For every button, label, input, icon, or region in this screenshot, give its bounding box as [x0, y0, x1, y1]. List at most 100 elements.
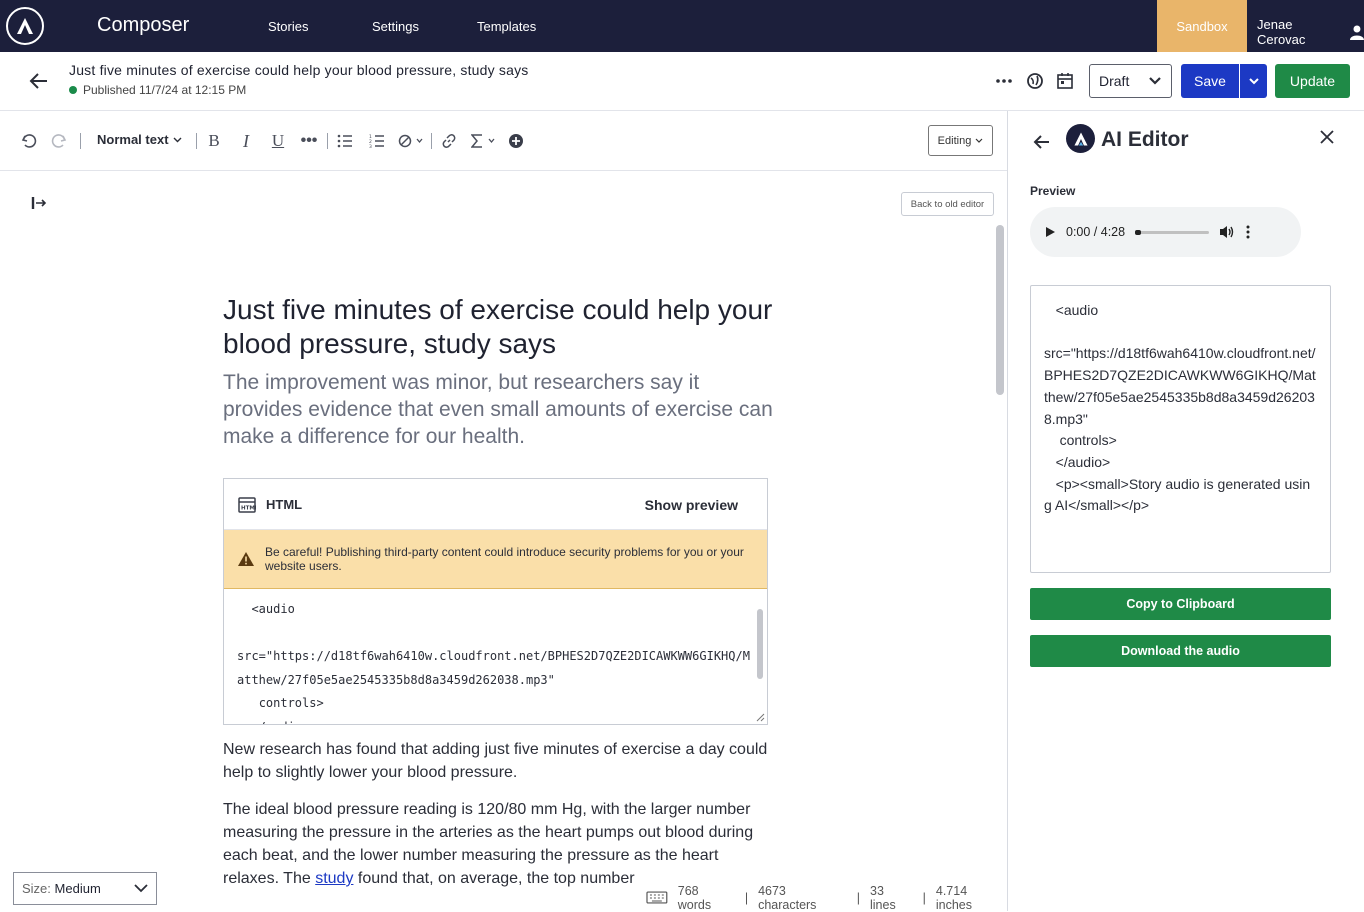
- clear-format-icon[interactable]: [397, 132, 425, 150]
- word-count: 768 words: [677, 883, 712, 912]
- toolbar-divider: [196, 133, 197, 149]
- sigma-icon[interactable]: [470, 132, 498, 150]
- html-embed-block[interactable]: HTML HTML Show preview Be careful! Publi…: [223, 478, 768, 725]
- bold-icon[interactable]: B: [205, 131, 223, 150]
- publish-status: Published 11/7/24 at 12:15 PM: [69, 83, 246, 97]
- app-logo-icon[interactable]: [6, 7, 44, 45]
- top-nav: Composer Stories Settings Templates Sand…: [0, 0, 1364, 52]
- copy-to-clipboard-button[interactable]: Copy to Clipboard: [1030, 588, 1331, 620]
- story-header: Just five minutes of exercise could help…: [0, 52, 1364, 111]
- globe-icon[interactable]: [1026, 72, 1044, 90]
- nav-templates[interactable]: Templates: [477, 19, 536, 34]
- story-subheadline[interactable]: The improvement was minor, but researche…: [223, 369, 783, 450]
- more-options-icon[interactable]: [1245, 225, 1251, 239]
- preview-label: Preview: [1030, 184, 1076, 198]
- editor-canvas: Back to old editor Just five minutes of …: [0, 172, 1007, 911]
- resize-handle-icon[interactable]: [755, 712, 765, 722]
- html-code[interactable]: <audio src="https://d18tf6wah6410w.cloud…: [237, 598, 752, 724]
- user-name: Jenae Cerovac: [1257, 17, 1306, 47]
- inch-count: 4.714 inches: [935, 883, 973, 912]
- save-button[interactable]: Save: [1181, 64, 1239, 98]
- code-scrollbar[interactable]: [757, 609, 763, 679]
- calendar-icon[interactable]: [1056, 72, 1074, 90]
- user-icon: [1350, 25, 1364, 40]
- html-block-label: HTML: [266, 497, 303, 512]
- text-style-value: Normal text: [97, 132, 169, 147]
- undo-icon[interactable]: [20, 132, 38, 150]
- nav-stories[interactable]: Stories: [268, 19, 308, 34]
- publish-status-text: Published 11/7/24 at 12:15 PM: [83, 83, 247, 97]
- chevron-down-icon: [134, 884, 148, 893]
- stats-divider: |: [856, 890, 860, 905]
- bullet-list-icon[interactable]: [336, 132, 354, 150]
- line-count: 33 lines: [870, 883, 896, 912]
- toolbar-divider: [327, 133, 328, 149]
- warning-icon: [238, 552, 254, 566]
- story-headline[interactable]: Just five minutes of exercise could help…: [223, 293, 783, 361]
- sandbox-badge[interactable]: Sandbox: [1157, 0, 1247, 52]
- save-options-button[interactable]: [1240, 64, 1267, 98]
- chevron-down-icon: [975, 138, 983, 143]
- size-select-value: Size: Medium: [22, 881, 101, 896]
- toolbar-divider: [431, 133, 432, 149]
- size-label: Size:: [22, 881, 51, 896]
- audio-embed-code[interactable]: <audio src="https://d18tf6wah6410w.cloud…: [1030, 285, 1331, 573]
- status-select[interactable]: Draft: [1089, 64, 1172, 98]
- status-dot: [69, 86, 77, 94]
- app-logo-icon: [1066, 124, 1095, 153]
- show-preview-button[interactable]: Show preview: [645, 497, 738, 513]
- paragraph-text: found that, on average, the top number: [353, 870, 635, 887]
- stats-divider: |: [744, 890, 749, 905]
- more-options-icon[interactable]: [995, 72, 1013, 90]
- editor-toolbar: Normal text B I U ••• 123 Editing: [0, 111, 1007, 171]
- character-count: 4673 characters: [758, 883, 817, 912]
- editor-scrollbar[interactable]: [996, 225, 1004, 395]
- document-stats: 768 words | 4673 characters | 33 lines |…: [646, 883, 1006, 912]
- audio-time: 0:00 / 4:28: [1066, 225, 1126, 239]
- play-icon[interactable]: [1044, 226, 1056, 238]
- chevron-down-icon: [1149, 77, 1161, 85]
- text-style-select[interactable]: Normal text: [97, 132, 182, 147]
- size-select[interactable]: Size: Medium: [13, 872, 157, 905]
- ai-editor-panel: AI Editor Preview 0:00 / 4:28 <audio src…: [1007, 111, 1364, 911]
- back-arrow-icon[interactable]: [1032, 132, 1052, 152]
- collapse-sidebar-icon[interactable]: [31, 196, 47, 210]
- stats-divider: |: [922, 890, 926, 905]
- keyboard-icon[interactable]: [646, 891, 668, 904]
- story-title: Just five minutes of exercise could help…: [69, 62, 529, 78]
- paragraph[interactable]: New research has found that adding just …: [223, 738, 771, 784]
- svg-text:3: 3: [369, 144, 372, 148]
- editing-mode-select[interactable]: Editing: [928, 125, 993, 156]
- update-button[interactable]: Update: [1275, 64, 1350, 98]
- nav-settings[interactable]: Settings: [372, 19, 419, 34]
- download-audio-button[interactable]: Download the audio: [1030, 635, 1331, 667]
- user-menu[interactable]: Jenae Cerovac: [1257, 17, 1364, 47]
- underline-icon[interactable]: U: [269, 131, 287, 150]
- app-title[interactable]: Composer: [97, 14, 189, 37]
- study-link[interactable]: study: [315, 870, 353, 887]
- security-warning: Be careful! Publishing third-party conte…: [224, 530, 767, 589]
- audio-player[interactable]: 0:00 / 4:28: [1030, 207, 1301, 257]
- svg-text:HTML: HTML: [241, 506, 256, 512]
- add-icon[interactable]: [507, 132, 525, 150]
- back-to-old-editor-button[interactable]: Back to old editor: [901, 192, 994, 216]
- audio-progress[interactable]: [1135, 229, 1210, 235]
- more-formatting-icon[interactable]: •••: [300, 132, 318, 150]
- size-value: Medium: [54, 881, 101, 896]
- volume-icon[interactable]: [1219, 225, 1235, 239]
- numbered-list-icon[interactable]: 123: [368, 132, 386, 150]
- html-file-icon: HTML: [238, 497, 256, 513]
- paragraph[interactable]: The ideal blood pressure reading is 120/…: [223, 798, 771, 890]
- html-block-header: HTML HTML Show preview: [224, 479, 767, 530]
- back-arrow-icon[interactable]: [28, 70, 50, 92]
- redo-icon[interactable]: [50, 132, 68, 150]
- italic-icon[interactable]: I: [237, 131, 255, 151]
- html-code-editor[interactable]: <audio src="https://d18tf6wah6410w.cloud…: [224, 589, 767, 724]
- warning-text: Be careful! Publishing third-party conte…: [265, 545, 744, 573]
- chevron-down-icon: [173, 137, 182, 142]
- chevron-down-icon: [1248, 78, 1259, 85]
- audio-progress-thumb[interactable]: [1135, 229, 1142, 235]
- close-icon[interactable]: [1319, 129, 1335, 145]
- editing-mode-value: Editing: [937, 134, 972, 147]
- link-icon[interactable]: [440, 132, 458, 150]
